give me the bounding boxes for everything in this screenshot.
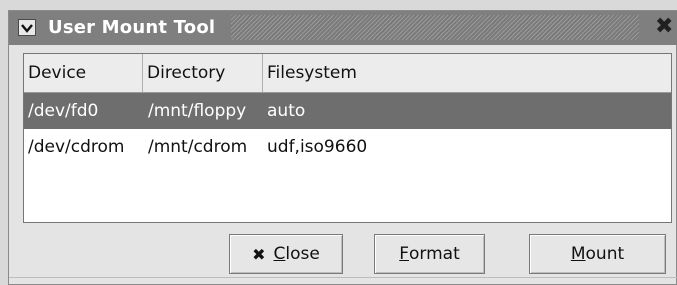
window-title: User Mount Tool [48,17,216,38]
column-header-filesystem[interactable]: Filesystem [263,54,671,92]
cell-directory: /mnt/cdrom [148,137,248,157]
close-button[interactable]: ✖ Close [229,234,343,274]
cell-device: /dev/fd0 [28,101,99,121]
format-button-label: ormat [409,244,460,264]
close-button-mnemonic: C [273,244,286,264]
mount-button[interactable]: Mount [529,234,666,274]
title-bar-stripes [231,15,639,40]
mount-button-mnemonic: M [570,244,586,264]
close-button-label: lose [285,244,320,264]
column-header-directory[interactable]: Directory [143,54,263,92]
x-icon: ✖ [252,244,266,264]
cell-filesystem: udf,iso9660 [267,137,368,157]
format-button-mnemonic: F [399,244,410,264]
cell-device: /dev/cdrom [28,137,125,157]
cell-directory: /mnt/floppy [148,101,247,121]
mount-button-label: ount [585,244,625,264]
window-menu-button[interactable] [18,19,36,36]
mount-list[interactable]: Device Directory Filesystem /dev/fd0 /mn… [23,53,672,223]
chevron-down-icon [21,23,33,33]
list-header: Device Directory Filesystem [24,54,671,93]
mount-tool-window: User Mount Tool ✖ Device Directory Files… [8,10,677,285]
cell-filesystem: auto [267,101,306,121]
title-bar[interactable]: User Mount Tool ✖ [9,11,677,45]
window-bottom-divider [9,277,677,278]
close-icon[interactable]: ✖ [655,15,673,39]
table-row[interactable]: /dev/cdrom /mnt/cdrom udf,iso9660 [24,129,671,165]
column-header-device[interactable]: Device [24,54,143,92]
format-button[interactable]: Format [374,234,485,274]
table-row[interactable]: /dev/fd0 /mnt/floppy auto [24,93,671,129]
